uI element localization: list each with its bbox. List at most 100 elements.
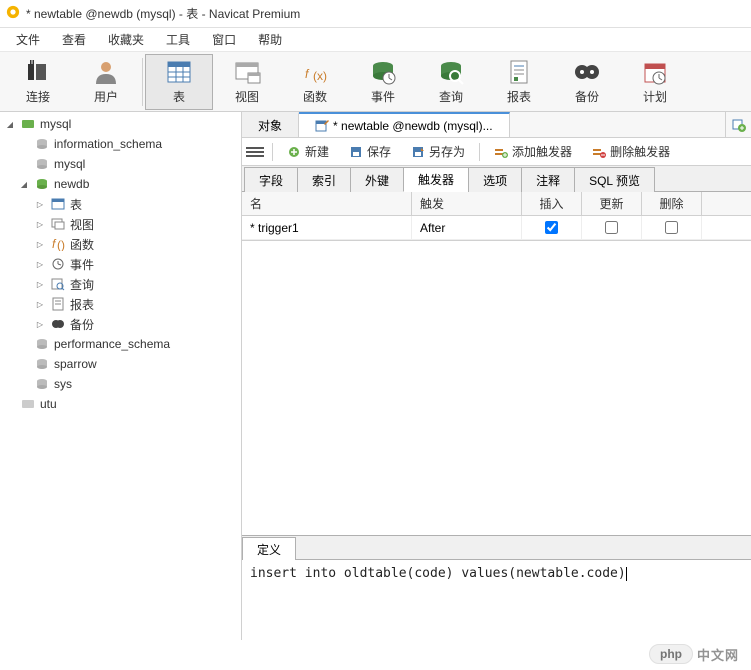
tree-db-sparrow[interactable]: sparrow: [0, 354, 241, 374]
cell-insert[interactable]: [522, 216, 582, 239]
toolbar-backup[interactable]: 备份: [553, 54, 621, 110]
add-trigger-button[interactable]: 添加触发器: [488, 141, 578, 162]
toolbar-query[interactable]: 查询: [417, 54, 485, 110]
object-tabs: 对象 * newtable @newdb (mysql)...: [242, 112, 751, 138]
subtab-foreignkeys[interactable]: 外键: [350, 167, 404, 192]
menu-tools[interactable]: 工具: [156, 29, 200, 50]
menu-window[interactable]: 窗口: [202, 29, 246, 50]
svg-text:(x): (x): [313, 69, 327, 83]
toolbar-function[interactable]: f(x) 函数: [281, 54, 349, 110]
text-cursor: [626, 567, 627, 581]
subtab-sqlpreview[interactable]: SQL 预览: [574, 167, 655, 192]
definition-panel: 定义 insert into oldtable(code) values(new…: [242, 535, 751, 640]
delete-checkbox[interactable]: [665, 221, 678, 234]
col-header-delete[interactable]: 删除: [642, 192, 702, 215]
tree-db-information-schema[interactable]: information_schema: [0, 134, 241, 154]
empty-area: [242, 241, 751, 535]
expand-icon[interactable]: ▷: [34, 298, 46, 310]
views-icon: [50, 216, 66, 232]
cell-fire[interactable]: After: [412, 216, 522, 239]
window-title: * newtable @newdb (mysql) - 表 - Navicat …: [26, 5, 300, 22]
toolbar-report[interactable]: 报表: [485, 54, 553, 110]
subtab-comment[interactable]: 注释: [521, 167, 575, 192]
insert-checkbox[interactable]: [545, 221, 558, 234]
toolbar-view[interactable]: 视图: [213, 54, 281, 110]
save-icon: [349, 145, 363, 159]
editor-tabs: 字段 索引 外键 触发器 选项 注释 SQL 预览: [242, 166, 751, 192]
update-checkbox[interactable]: [605, 221, 618, 234]
tree-connection-mysql[interactable]: ◢ mysql: [0, 114, 241, 134]
svg-text:f: f: [305, 67, 310, 81]
backups-icon: [50, 316, 66, 332]
collapse-icon[interactable]: ◢: [4, 118, 16, 130]
expand-icon[interactable]: ▷: [34, 238, 46, 250]
tab-objects[interactable]: 对象: [242, 112, 299, 137]
trigger-row[interactable]: * trigger1 After: [242, 216, 751, 240]
menu-file[interactable]: 文件: [6, 29, 50, 50]
tree-tables[interactable]: ▷ 表: [0, 194, 241, 214]
functions-icon: f(): [50, 236, 66, 252]
expand-icon[interactable]: ▷: [34, 258, 46, 270]
watermark: php 中文网: [649, 644, 739, 664]
tree-db-mysql[interactable]: mysql: [0, 154, 241, 174]
tree-queries[interactable]: ▷ 查询: [0, 274, 241, 294]
col-header-insert[interactable]: 插入: [522, 192, 582, 215]
tree-db-newdb[interactable]: ◢ newdb: [0, 174, 241, 194]
toolbar-user[interactable]: 用户: [72, 54, 140, 110]
expand-icon[interactable]: ▷: [34, 278, 46, 290]
save-button[interactable]: 保存: [343, 141, 397, 162]
cell-delete[interactable]: [642, 216, 702, 239]
tree-db-performance-schema[interactable]: performance_schema: [0, 334, 241, 354]
cell-name[interactable]: * trigger1: [242, 216, 412, 239]
function-icon: f(x): [301, 58, 329, 86]
tab-add-button[interactable]: [725, 112, 751, 137]
toolbar-event[interactable]: 事件: [349, 54, 417, 110]
delete-trigger-button[interactable]: 删除触发器: [586, 141, 676, 162]
tree-events[interactable]: ▷ 事件: [0, 254, 241, 274]
expand-icon[interactable]: ▷: [34, 198, 46, 210]
tab-newtable[interactable]: * newtable @newdb (mysql)...: [299, 112, 510, 137]
toolbar-connection[interactable]: 连接: [4, 54, 72, 110]
new-button[interactable]: 新建: [281, 141, 335, 162]
subtab-triggers[interactable]: 触发器: [403, 167, 469, 192]
col-header-name[interactable]: 名: [242, 192, 412, 215]
events-icon: [50, 256, 66, 272]
queries-icon: [50, 276, 66, 292]
cell-update[interactable]: [582, 216, 642, 239]
database-icon: [34, 336, 50, 352]
app-icon: [6, 5, 20, 22]
col-header-update[interactable]: 更新: [582, 192, 642, 215]
tree-reports[interactable]: ▷ 报表: [0, 294, 241, 314]
content-area: 对象 * newtable @newdb (mysql)... 新建 保存: [242, 112, 751, 640]
tree-functions[interactable]: ▷ f() 函数: [0, 234, 241, 254]
add-trigger-icon: [494, 145, 508, 159]
toolbar-separator: [142, 58, 143, 106]
database-icon: [34, 376, 50, 392]
menu-view[interactable]: 查看: [52, 29, 96, 50]
plus-icon: [287, 145, 301, 159]
database-icon: [34, 356, 50, 372]
col-header-fire[interactable]: 触发: [412, 192, 522, 215]
menu-help[interactable]: 帮助: [248, 29, 292, 50]
triggers-grid: 名 触发 插入 更新 删除 * trigger1 After: [242, 192, 751, 241]
subtab-fields[interactable]: 字段: [244, 167, 298, 192]
toolbar-schedule[interactable]: 计划: [621, 54, 689, 110]
expand-icon[interactable]: ▷: [34, 318, 46, 330]
saveas-button[interactable]: 另存为: [405, 141, 471, 162]
menu-bar: 文件 查看 收藏夹 工具 窗口 帮助: [0, 28, 751, 52]
hamburger-icon[interactable]: [246, 145, 264, 159]
schedule-icon: [641, 58, 669, 86]
definition-tab[interactable]: 定义: [242, 537, 296, 560]
subtab-indexes[interactable]: 索引: [297, 167, 351, 192]
tree-db-sys[interactable]: sys: [0, 374, 241, 394]
toolbar-table[interactable]: 表: [145, 54, 213, 110]
tree-connection-utu[interactable]: utu: [0, 394, 241, 414]
tree-views[interactable]: ▷ 视图: [0, 214, 241, 234]
database-icon: [34, 136, 50, 152]
menu-favorites[interactable]: 收藏夹: [98, 29, 154, 50]
subtab-options[interactable]: 选项: [468, 167, 522, 192]
tree-backups[interactable]: ▷ 备份: [0, 314, 241, 334]
sql-editor[interactable]: insert into oldtable(code) values(newtab…: [242, 560, 751, 640]
expand-icon[interactable]: ▷: [34, 218, 46, 230]
collapse-icon[interactable]: ◢: [18, 178, 30, 190]
